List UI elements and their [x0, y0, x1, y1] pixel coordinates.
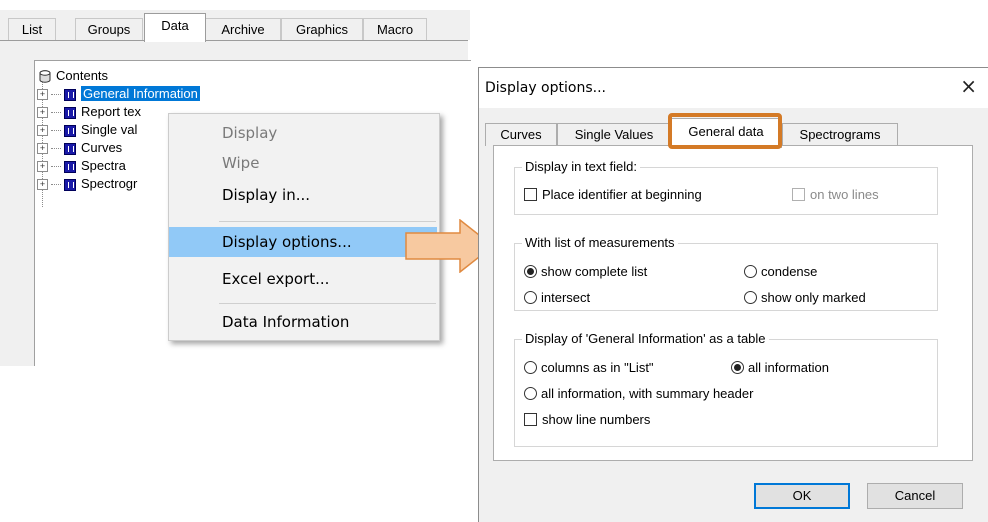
- radio-dot: [744, 265, 757, 279]
- tab-data[interactable]: Data: [144, 13, 206, 42]
- expand-icon[interactable]: +: [37, 179, 48, 191]
- menu-item-display-options[interactable]: Display options...: [169, 227, 437, 257]
- tree-item-label: Single val: [81, 122, 138, 137]
- tab-groups[interactable]: Groups: [75, 18, 143, 41]
- data-node-icon: [64, 142, 76, 155]
- show-line-numbers-checkbox[interactable]: show line numbers: [524, 411, 650, 429]
- general-data-panel: Display in text field: Place identifier …: [493, 145, 973, 461]
- radio-dot: [524, 387, 537, 401]
- radio-dot: [524, 361, 537, 375]
- tab-spectrograms[interactable]: Spectrograms: [782, 123, 898, 146]
- intersect-radio[interactable]: intersect: [524, 289, 590, 307]
- group-title: With list of measurements: [522, 235, 678, 251]
- tree-item-label: Report tex: [81, 104, 141, 119]
- cancel-button[interactable]: Cancel: [867, 483, 963, 509]
- radio-dot: [744, 291, 757, 305]
- tree-item-label: Curves: [81, 140, 123, 155]
- tree-item-curves[interactable]: + Curves: [37, 139, 122, 157]
- data-node-icon: [64, 178, 76, 191]
- tree-item-general-information[interactable]: + General Information: [37, 85, 200, 103]
- tree-root[interactable]: Contents: [39, 67, 108, 85]
- show-only-marked-radio[interactable]: show only marked: [744, 289, 866, 307]
- data-node-icon: [64, 124, 76, 137]
- menu-separator: [219, 303, 436, 304]
- tree-item-single-values[interactable]: + Single val: [37, 121, 137, 139]
- tab-highlight-frame: [668, 113, 782, 149]
- tree-item-label: Spectrogr: [81, 176, 138, 191]
- data-node-icon: [64, 88, 76, 101]
- dialog-title-bar: Display options... ×: [479, 68, 988, 108]
- tree-item-spectra[interactable]: + Spectra: [37, 157, 126, 175]
- display-options-dialog: Display options... × Curves Single Value…: [478, 67, 988, 522]
- radio-dot: [524, 265, 537, 279]
- tab-archive[interactable]: Archive: [205, 18, 281, 41]
- condense-radio[interactable]: condense: [744, 263, 817, 281]
- all-information-summary-header-radio[interactable]: all information, with summary header: [524, 385, 753, 403]
- expand-icon[interactable]: +: [37, 107, 48, 119]
- ok-button[interactable]: OK: [754, 483, 850, 509]
- group-title: Display in text field:: [522, 159, 640, 175]
- context-menu: Display Wipe Display in... Display optio…: [168, 113, 440, 341]
- main-tab-bar: List Groups Data Archive Graphics Macro: [0, 10, 470, 42]
- expand-icon[interactable]: +: [37, 125, 48, 137]
- tree-root-label: Contents: [56, 68, 109, 83]
- checkbox-box: [524, 413, 537, 427]
- columns-as-list-radio[interactable]: columns as in "List": [524, 359, 654, 377]
- menu-item-wipe[interactable]: Wipe: [169, 148, 437, 178]
- group-display-in-text-field: Display in text field: Place identifier …: [514, 159, 938, 215]
- place-identifier-checkbox[interactable]: Place identifier at beginning: [524, 186, 702, 204]
- expand-icon[interactable]: +: [37, 89, 48, 101]
- group-title: Display of 'General Information' as a ta…: [522, 331, 769, 347]
- data-node-icon: [64, 160, 76, 173]
- menu-item-display-in[interactable]: Display in...: [169, 180, 437, 210]
- tab-curves[interactable]: Curves: [485, 123, 557, 146]
- tab-macro[interactable]: Macro: [363, 18, 427, 41]
- tree-item-report-text[interactable]: + Report tex: [37, 103, 141, 121]
- group-list-of-measurements: With list of measurements show complete …: [514, 235, 938, 311]
- tab-graphics[interactable]: Graphics: [281, 18, 363, 41]
- checkbox-box: [524, 188, 537, 202]
- all-information-radio[interactable]: all information: [731, 359, 829, 377]
- show-complete-list-radio[interactable]: show complete list: [524, 263, 647, 281]
- expand-icon[interactable]: +: [37, 143, 48, 155]
- checkbox-box: [792, 188, 805, 202]
- tree-item-label: General Information: [81, 86, 200, 101]
- tab-single-values[interactable]: Single Values: [557, 123, 671, 146]
- tree-item-spectrograms[interactable]: + Spectrogr: [37, 175, 137, 193]
- tab-list[interactable]: List: [8, 18, 56, 41]
- expand-icon[interactable]: +: [37, 161, 48, 173]
- data-node-icon: [64, 106, 76, 119]
- database-icon: [39, 70, 51, 83]
- menu-item-display[interactable]: Display: [169, 118, 437, 148]
- radio-dot: [524, 291, 537, 305]
- menu-item-excel-export[interactable]: Excel export...: [169, 264, 437, 294]
- menu-separator: [219, 221, 436, 222]
- close-icon[interactable]: ×: [960, 74, 977, 98]
- tree-item-label: Spectra: [81, 158, 126, 173]
- two-lines-checkbox[interactable]: on two lines: [792, 186, 879, 204]
- menu-item-data-information[interactable]: Data Information: [169, 307, 437, 337]
- dialog-title: Display options...: [485, 80, 606, 96]
- group-general-information-table: Display of 'General Information' as a ta…: [514, 331, 938, 447]
- radio-dot: [731, 361, 744, 375]
